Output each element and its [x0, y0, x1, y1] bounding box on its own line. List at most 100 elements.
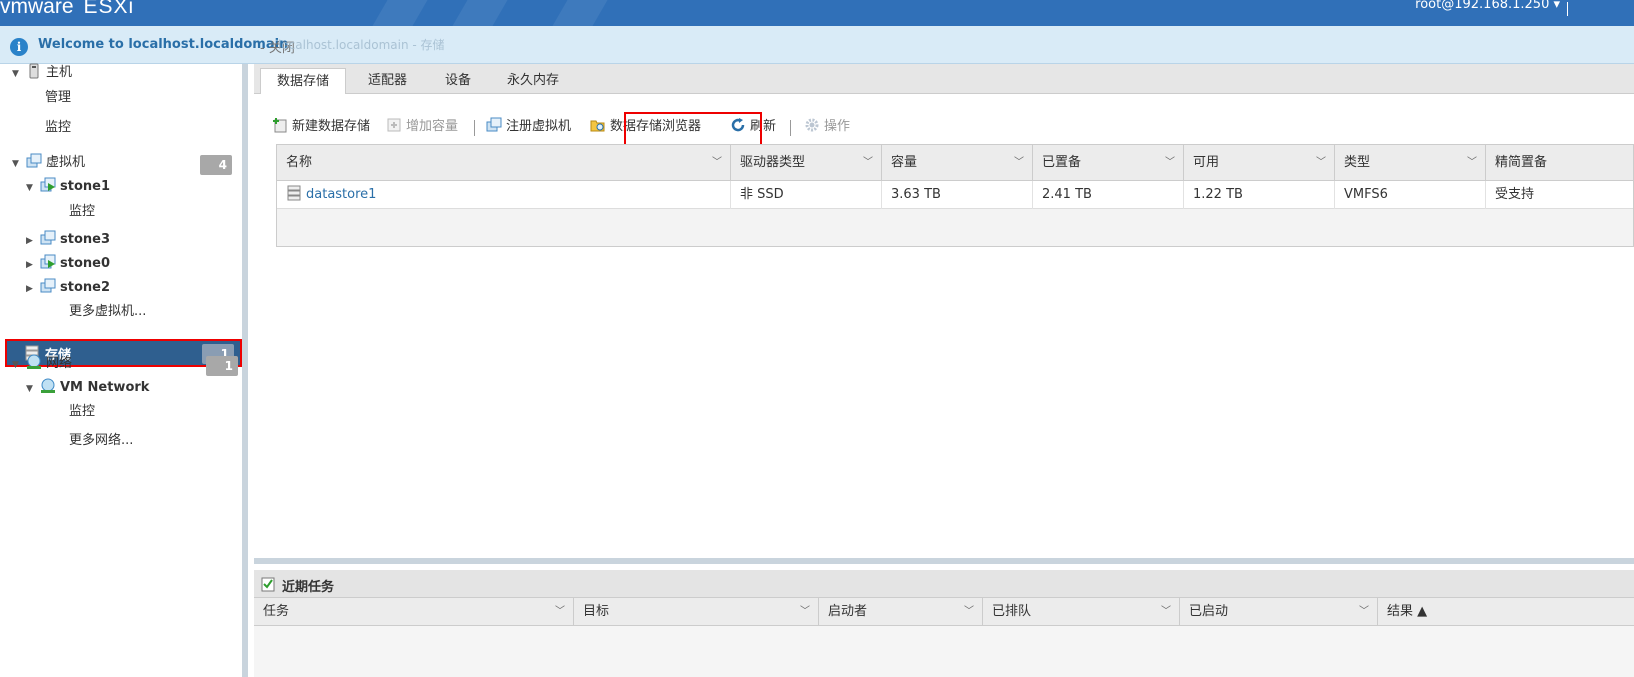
column-header-free[interactable]: 可用 ﹀: [1184, 145, 1335, 181]
column-header-task[interactable]: 任务 ﹀: [254, 598, 574, 626]
host-icon: [26, 63, 42, 79]
free-cell: 1.22 TB: [1184, 181, 1335, 209]
register-vm-label: 注册虚拟机: [506, 119, 572, 134]
tab-devices[interactable]: 设备: [429, 68, 487, 94]
drive-type-cell: 非 SSD: [731, 181, 882, 209]
toolbar: 新建数据存储 增加容量 注册虚拟机 数据存储浏览器 刷新 操作: [272, 112, 1612, 147]
breadcrumb-ghost: localhost.localdomain - 存储: [278, 38, 445, 52]
vm-icon: [40, 278, 56, 294]
tab-adapters[interactable]: 适配器: [352, 68, 423, 94]
storage-count-badge: 1: [202, 344, 234, 364]
toolbar-divider: [474, 120, 475, 136]
column-label: 目标: [583, 604, 610, 619]
top-bar: vmware ESXi root@192.168.1.250 ▾: [0, 0, 1634, 26]
expand-arrow-icon[interactable]: ▶: [26, 277, 40, 301]
info-icon: i: [10, 38, 28, 56]
capacity-cell: 3.63 TB: [882, 181, 1033, 209]
nav-host-manage[interactable]: 管理: [45, 86, 71, 110]
navigator-sidebar: ▼ 主机 管理 监控 ▼ 虚拟机 4 ▼ stone1 监控 ▶ stone3 ▶ sto…: [0, 61, 248, 677]
column-header-started[interactable]: 已启动 ﹀: [1180, 598, 1378, 626]
recent-tasks-title: 近期任务: [282, 580, 335, 595]
datastore-table: 名称 ﹀ 驱动器类型 ﹀ 容量 ﹀ 已置备 ﹀ 可用 ﹀ 类型 ﹀ 精简置备 datasto…: [276, 144, 1634, 247]
datastore-name-cell[interactable]: datastore1: [277, 181, 731, 209]
column-header-capacity[interactable]: 容量 ﹀: [882, 145, 1033, 181]
chevron-down-icon[interactable]: ﹀: [712, 145, 722, 181]
register-vm-icon: [486, 117, 502, 133]
nav-storage-label: 存储: [45, 348, 72, 363]
column-label: 已排队: [992, 604, 1032, 619]
expand-arrow-icon[interactable]: ▶: [26, 253, 40, 277]
new-datastore-icon: [272, 117, 288, 133]
vm-name: stone0: [60, 256, 111, 271]
nav-host-monitor[interactable]: 监控: [45, 116, 71, 140]
thin-provisioning-cell: 受支持: [1495, 187, 1535, 202]
main-panel: 数据存储 适配器 设备 永久内存 新建数据存储 增加容量 注册虚拟机 数据存储浏…: [254, 64, 1634, 564]
vm-name: stone1: [60, 179, 111, 194]
nav-storage-selected[interactable]: 存储 1: [5, 339, 242, 367]
column-header-initiator[interactable]: 启动者 ﹀: [819, 598, 983, 626]
new-datastore-button[interactable]: 新建数据存储: [272, 116, 370, 138]
storage-icon: [24, 345, 40, 361]
nav-host[interactable]: ▼ 主机: [12, 61, 72, 85]
chevron-down-icon[interactable]: ﹀: [1316, 145, 1326, 181]
collapse-arrow-icon[interactable]: ▼: [26, 176, 40, 200]
tasks-table-header: 任务 ﹀ 目标 ﹀ 启动者 ﹀ 已排队 ﹀ 已启动 ﹀ 结果 ▲: [254, 598, 1634, 626]
column-header-drive-type[interactable]: 驱动器类型 ﹀: [731, 145, 882, 181]
chevron-down-icon[interactable]: ﹀: [800, 598, 810, 626]
tasks-icon: [260, 576, 276, 592]
column-header-target[interactable]: 目标 ﹀: [574, 598, 819, 626]
chevron-down-icon[interactable]: ﹀: [1014, 145, 1024, 181]
recent-tasks-header[interactable]: 近期任务: [254, 570, 1634, 598]
chevron-down-icon[interactable]: ﹀: [964, 598, 974, 626]
table-row[interactable]: datastore1 非 SSD 3.63 TB 2.41 TB 1.22 TB…: [277, 181, 1633, 209]
collapse-arrow-icon[interactable]: ▼: [12, 62, 26, 86]
new-datastore-label: 新建数据存储: [292, 119, 371, 134]
toolbar-divider: [790, 120, 791, 136]
increase-capacity-button[interactable]: 增加容量: [386, 116, 458, 138]
actions-label: 操作: [824, 119, 851, 134]
nav-vm-stone1-monitor[interactable]: 监控: [69, 200, 95, 224]
logo-brand: vmware: [0, 0, 74, 18]
expand-arrow-icon[interactable]: ▶: [26, 229, 40, 253]
column-label: 结果 ▲: [1387, 604, 1428, 619]
welcome-message: Welcome to localhost.localdomain: [38, 37, 289, 52]
column-header-thin-provisioning[interactable]: 精简置备: [1486, 145, 1634, 181]
tab-persistent-memory[interactable]: 永久内存: [491, 68, 575, 94]
user-menu[interactable]: root@192.168.1.250 ▾: [1415, 0, 1560, 12]
register-vm-button[interactable]: 注册虚拟机: [486, 116, 571, 138]
nav-more-vms[interactable]: 更多虚拟机...: [69, 300, 146, 324]
logo-product: ESXi: [83, 0, 135, 18]
column-header-type[interactable]: 类型 ﹀: [1335, 145, 1486, 181]
nav-host-label: 主机: [46, 65, 73, 80]
vm-name: stone3: [60, 232, 111, 247]
chevron-down-icon[interactable]: ﹀: [1165, 145, 1175, 181]
nav-vm-stone0[interactable]: ▶ stone0: [26, 252, 110, 276]
column-header-queued[interactable]: 已排队 ﹀: [983, 598, 1180, 626]
chevron-down-icon[interactable]: ﹀: [555, 598, 565, 626]
vm-running-icon: [40, 177, 56, 193]
chevron-down-icon[interactable]: ﹀: [1161, 598, 1171, 626]
nav-vm-stone2[interactable]: ▶ stone2: [26, 276, 110, 300]
vmware-esxi-logo: vmware ESXi: [0, 0, 134, 19]
datastore-name[interactable]: datastore1: [306, 187, 376, 202]
vm-name: stone2: [60, 280, 111, 295]
nav-vm-stone3[interactable]: ▶ stone3: [26, 228, 110, 252]
column-header-provisioned[interactable]: 已置备 ﹀: [1033, 145, 1184, 181]
column-label: 类型: [1344, 155, 1371, 170]
gear-icon: [804, 117, 820, 133]
nav-vm-stone1[interactable]: ▼ stone1: [26, 175, 110, 199]
collapse-arrow-icon[interactable]: ▼: [12, 152, 26, 176]
chevron-down-icon[interactable]: ﹀: [863, 145, 873, 181]
recent-tasks-panel: 近期任务 任务 ﹀ 目标 ﹀ 启动者 ﹀ 已排队 ﹀ 已启动 ﹀ 结果 ▲: [254, 570, 1634, 677]
column-label: 已置备: [1042, 155, 1082, 170]
actions-button[interactable]: 操作: [804, 116, 850, 138]
chevron-down-icon[interactable]: ﹀: [1467, 145, 1477, 181]
column-header-name[interactable]: 名称 ﹀: [277, 145, 731, 181]
table-header: 名称 ﹀ 驱动器类型 ﹀ 容量 ﹀ 已置备 ﹀ 可用 ﹀ 类型 ﹀ 精简置备: [277, 145, 1633, 181]
tab-bar: 数据存储 适配器 设备 永久内存: [254, 64, 1634, 94]
tab-datastores[interactable]: 数据存储: [260, 68, 347, 94]
header-divider: [1567, 2, 1568, 16]
nav-vms-label: 虚拟机: [46, 155, 86, 170]
chevron-down-icon[interactable]: ﹀: [1359, 598, 1369, 626]
column-header-result[interactable]: 结果 ▲: [1378, 598, 1634, 626]
